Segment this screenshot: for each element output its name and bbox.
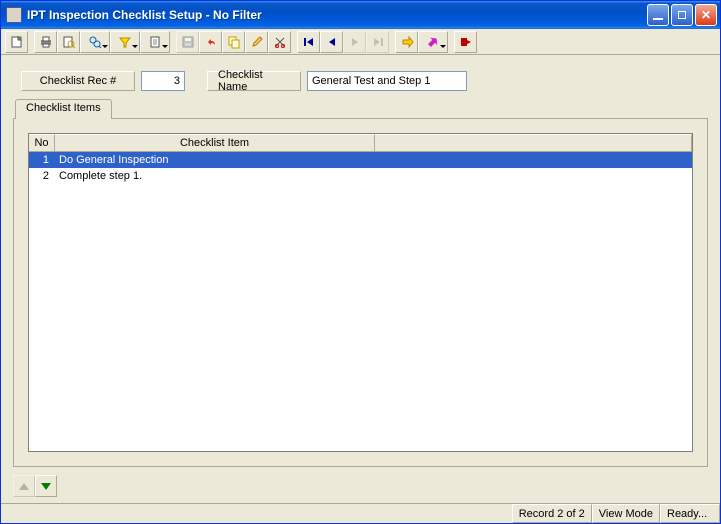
help-button[interactable] xyxy=(418,31,448,53)
row-down-button[interactable] xyxy=(35,475,57,497)
col-header-no[interactable]: No xyxy=(29,134,55,152)
chevron-down-icon xyxy=(102,45,108,48)
status-mode: View Mode xyxy=(592,504,660,523)
col-header-item[interactable]: Checklist Item xyxy=(55,134,375,152)
name-field[interactable] xyxy=(307,71,467,91)
filter-icon xyxy=(118,35,132,49)
status-record: Record 2 of 2 xyxy=(512,504,592,523)
print-button[interactable] xyxy=(34,31,57,53)
maximize-button[interactable] xyxy=(671,4,693,26)
table-row[interactable]: 1 Do General Inspection xyxy=(29,152,692,168)
rec-number-field[interactable] xyxy=(141,71,185,91)
new-button[interactable] xyxy=(5,31,28,53)
grid-body[interactable]: 1 Do General Inspection 2 Complete step … xyxy=(29,152,692,451)
col-header-blank[interactable] xyxy=(375,134,692,152)
titlebar: IPT Inspection Checklist Setup - No Filt… xyxy=(1,1,720,29)
doc-icon xyxy=(148,35,162,49)
go-icon xyxy=(400,35,414,49)
save-icon xyxy=(181,35,195,49)
next-record-button[interactable] xyxy=(343,31,366,53)
help-icon xyxy=(426,35,440,49)
checklist-grid[interactable]: No Checklist Item 1 Do General Inspectio… xyxy=(28,133,693,452)
preview-icon xyxy=(62,35,76,49)
table-row[interactable]: 2 Complete step 1. xyxy=(29,168,692,184)
arrow-up-icon xyxy=(19,483,29,490)
exit-icon xyxy=(459,35,473,49)
row-up-button[interactable] xyxy=(13,475,35,497)
window-title: IPT Inspection Checklist Setup - No Filt… xyxy=(27,8,647,22)
find-icon xyxy=(88,35,102,49)
minimize-button[interactable] xyxy=(647,4,669,26)
next-icon xyxy=(348,35,362,49)
report-button[interactable] xyxy=(140,31,170,53)
print-icon xyxy=(39,35,53,49)
first-record-button[interactable] xyxy=(297,31,320,53)
undo-icon xyxy=(204,35,218,49)
new-icon xyxy=(10,35,24,49)
row-nav xyxy=(13,475,708,497)
copy-button[interactable] xyxy=(222,31,245,53)
exit-button[interactable] xyxy=(454,31,477,53)
copy-icon xyxy=(227,35,241,49)
filter-button[interactable] xyxy=(110,31,140,53)
chevron-down-icon xyxy=(162,45,168,48)
close-button[interactable]: ✕ xyxy=(695,4,717,26)
last-icon xyxy=(371,35,385,49)
undo-button[interactable] xyxy=(199,31,222,53)
cell-item: Complete step 1. xyxy=(55,170,375,182)
app-window: IPT Inspection Checklist Setup - No Filt… xyxy=(0,0,721,524)
status-ready: Ready... xyxy=(660,504,720,523)
cut-button[interactable] xyxy=(268,31,291,53)
edit-button[interactable] xyxy=(245,31,268,53)
grid-header: No Checklist Item xyxy=(29,134,692,152)
last-record-button[interactable] xyxy=(366,31,389,53)
prev-record-button[interactable] xyxy=(320,31,343,53)
cell-no: 2 xyxy=(29,170,55,182)
tab-panel: No Checklist Item 1 Do General Inspectio… xyxy=(13,118,708,467)
chevron-down-icon xyxy=(440,45,446,48)
arrow-down-icon xyxy=(41,483,51,490)
edit-icon xyxy=(250,35,264,49)
first-icon xyxy=(302,35,316,49)
header-fields: Checklist Rec # Checklist Name xyxy=(21,71,708,91)
find-button[interactable] xyxy=(80,31,110,53)
cell-item: Do General Inspection xyxy=(55,154,375,166)
rec-label[interactable]: Checklist Rec # xyxy=(21,71,135,91)
statusbar: Record 2 of 2 View Mode Ready... xyxy=(1,503,720,523)
chevron-down-icon xyxy=(132,45,138,48)
form-area: Checklist Rec # Checklist Name Checklist… xyxy=(1,55,720,503)
tabstrip: Checklist Items xyxy=(15,99,708,119)
save-button[interactable] xyxy=(176,31,199,53)
go-button[interactable] xyxy=(395,31,418,53)
cell-no: 1 xyxy=(29,154,55,166)
toolbar xyxy=(1,29,720,55)
window-buttons: ✕ xyxy=(647,4,717,26)
prev-icon xyxy=(325,35,339,49)
app-icon xyxy=(6,7,22,23)
name-label[interactable]: Checklist Name xyxy=(207,71,301,91)
tab-checklist-items[interactable]: Checklist Items xyxy=(15,99,112,119)
cut-icon xyxy=(273,35,287,49)
print-preview-button[interactable] xyxy=(57,31,80,53)
